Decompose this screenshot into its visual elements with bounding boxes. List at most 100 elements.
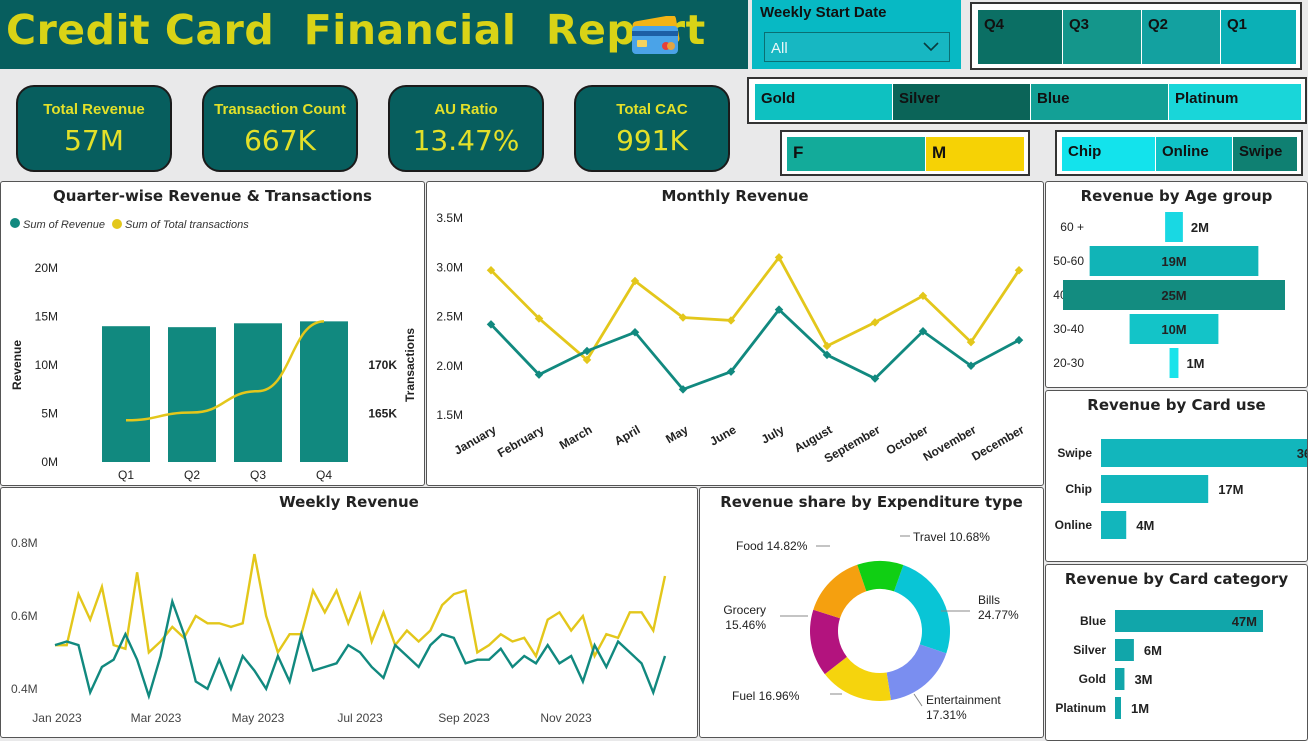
age-chart[interactable]: 60 +2M50-6019M40-5025M30-4010M20-301M <box>1046 207 1307 387</box>
category-label: 50-60 <box>1053 254 1084 268</box>
revenue-bar <box>102 326 150 462</box>
slice-label: Entertainment <box>926 693 1001 707</box>
y-tick-label: 15M <box>35 310 58 324</box>
chart-title: Weekly Revenue <box>279 493 419 511</box>
kpi-total-revenue: Total Revenue 57M <box>16 85 172 172</box>
x-tick-label: Jan 2023 <box>32 711 82 725</box>
x-tick-label: December <box>969 422 1027 463</box>
data-label: 6M <box>1144 643 1162 658</box>
expenditure-chart-panel: Revenue share by Expenditure type Bills 2… <box>699 487 1044 738</box>
kpi-value: 667K <box>244 124 316 157</box>
slice-label: Grocery <box>723 603 766 617</box>
category-label: 30-40 <box>1053 322 1084 336</box>
card-category-slicer: Gold Silver Blue Platinum <box>747 77 1307 124</box>
slice-label: Fuel 16.96% <box>732 689 800 703</box>
data-label: 3M <box>1134 672 1152 687</box>
chart-title: Revenue by Age group <box>1080 187 1273 205</box>
quarter-option-q1[interactable]: Q1 <box>1221 10 1296 64</box>
card-use-option-online[interactable]: Online <box>1156 137 1232 171</box>
quarter-chart[interactable]: Sum of Revenue Sum of Total transactions 2… <box>1 204 424 484</box>
x-tick-label: July <box>759 422 787 446</box>
category-option-gold[interactable]: Gold <box>755 84 892 120</box>
y-tick-label: 0.6M <box>11 609 38 623</box>
leader-line <box>913 693 923 707</box>
legend-label: Sum of Total transactions <box>125 219 249 231</box>
gender-option-label: F <box>793 143 804 162</box>
data-label: 19M <box>1161 254 1186 269</box>
kpi-total-cac: Total CAC 991K <box>574 85 730 172</box>
kpi-label: Total CAC <box>616 101 688 118</box>
y-tick-label: 10M <box>35 358 58 372</box>
category-label: Platinum <box>1055 701 1106 715</box>
quarter-slicer: Q4 Q3 Q2 Q1 <box>970 2 1302 70</box>
bar <box>1101 439 1307 467</box>
quarter-option-label: Q3 <box>1069 16 1090 33</box>
expenditure-donut-chart[interactable]: Bills24.77% Entertainment17.31% Fuel 16.96… <box>700 511 1043 737</box>
weekly-chart[interactable]: 0.8M 0.6M 0.4M Jan 2023 Mar 2023 May 2023 Jul … <box>1 511 697 737</box>
quarter-option-label: Q4 <box>984 16 1005 33</box>
card-use-option-swipe[interactable]: Swipe <box>1233 137 1297 171</box>
dropdown-value: All <box>771 40 788 57</box>
x-tick-label: June <box>707 422 739 448</box>
card-use-option-label: Chip <box>1068 143 1102 160</box>
category-label: Blue <box>1080 614 1106 628</box>
transactions-line <box>125 320 325 422</box>
bar <box>1169 348 1179 378</box>
category-option-platinum[interactable]: Platinum <box>1169 84 1301 120</box>
data-label: 17M <box>1218 482 1243 497</box>
gender-slicer: F M <box>780 130 1030 176</box>
card-use-chart[interactable]: Swipe 36M Chip 17M Online 4M <box>1046 416 1307 561</box>
y2-tick-label: 165K <box>368 407 397 421</box>
quarter-option-q3[interactable]: Q3 <box>1063 10 1141 64</box>
bar <box>1115 668 1125 690</box>
monthly-chart-panel: Monthly Revenue 3.5M 3.0M 2.5M 2.0M 1.5M Janu… <box>426 181 1044 486</box>
category-option-blue[interactable]: Blue <box>1031 84 1168 120</box>
card-use-chart-panel: Revenue by Card use Swipe 36M Chip 17M Onlin… <box>1045 390 1308 562</box>
report-title: Credit Card Financial Report <box>6 6 706 54</box>
donut-slice <box>813 564 867 619</box>
gender-option-m[interactable]: M <box>926 137 1024 171</box>
y-tick-label: 2.0M <box>436 359 463 373</box>
slice-label: Travel 10.68% <box>913 530 990 544</box>
weekly-start-date-dropdown[interactable]: All <box>764 32 950 62</box>
kpi-label: Total Revenue <box>43 101 145 118</box>
category-label: Silver <box>1073 643 1106 657</box>
y-tick-label: 0.4M <box>11 682 38 696</box>
data-label: 36M <box>1297 446 1307 461</box>
slice-label: Food 14.82% <box>736 539 808 553</box>
slice-value-label: 24.77% <box>978 608 1019 622</box>
x-tick-label: November <box>921 422 979 464</box>
y-axis-label: Revenue <box>10 340 24 390</box>
bar <box>1101 511 1127 539</box>
quarter-option-q2[interactable]: Q2 <box>1142 10 1220 64</box>
x-tick-label: Nov 2023 <box>540 711 592 725</box>
data-label: 1M <box>1131 701 1149 716</box>
age-chart-panel: Revenue by Age group 60 +2M50-6019M40-50… <box>1045 181 1308 388</box>
weekly-chart-panel: Weekly Revenue 0.8M 0.6M 0.4M Jan 2023 Mar 2… <box>0 487 698 738</box>
credit-card-icon <box>632 16 680 54</box>
category-label: 60 + <box>1060 220 1084 234</box>
card-use-option-label: Online <box>1162 143 1209 160</box>
card-use-option-chip[interactable]: Chip <box>1062 137 1155 171</box>
x-tick-label: May 2023 <box>232 711 285 725</box>
gender-option-f[interactable]: F <box>787 137 925 171</box>
bar <box>1101 475 1209 503</box>
y2-tick-label: 170K <box>368 358 397 372</box>
kpi-label: Transaction Count <box>214 101 346 118</box>
y-tick-label: 3.5M <box>436 211 463 225</box>
chart-title: Revenue share by Expenditure type <box>720 493 1023 511</box>
x-tick-label: Q4 <box>316 468 332 482</box>
y-tick-label: 5M <box>41 407 58 421</box>
chart-title: Revenue by Card category <box>1064 570 1289 588</box>
bar <box>1165 212 1183 242</box>
category-option-silver[interactable]: Silver <box>893 84 1030 120</box>
quarter-option-q4[interactable]: Q4 <box>978 10 1062 64</box>
category-option-label: Blue <box>1037 90 1070 107</box>
card-category-chart[interactable]: Blue 47M Silver 6M Gold 3M Platinum 1M <box>1046 590 1307 740</box>
kpi-value: 57M <box>64 124 124 157</box>
x-tick-label: Jul 2023 <box>337 711 383 725</box>
category-option-label: Gold <box>761 90 796 107</box>
category-option-label: Silver <box>899 90 940 107</box>
monthly-chart[interactable]: 3.5M 3.0M 2.5M 2.0M 1.5MJanuaryFebruary March… <box>427 204 1043 484</box>
y-tick-label: 3.0M <box>436 260 463 274</box>
